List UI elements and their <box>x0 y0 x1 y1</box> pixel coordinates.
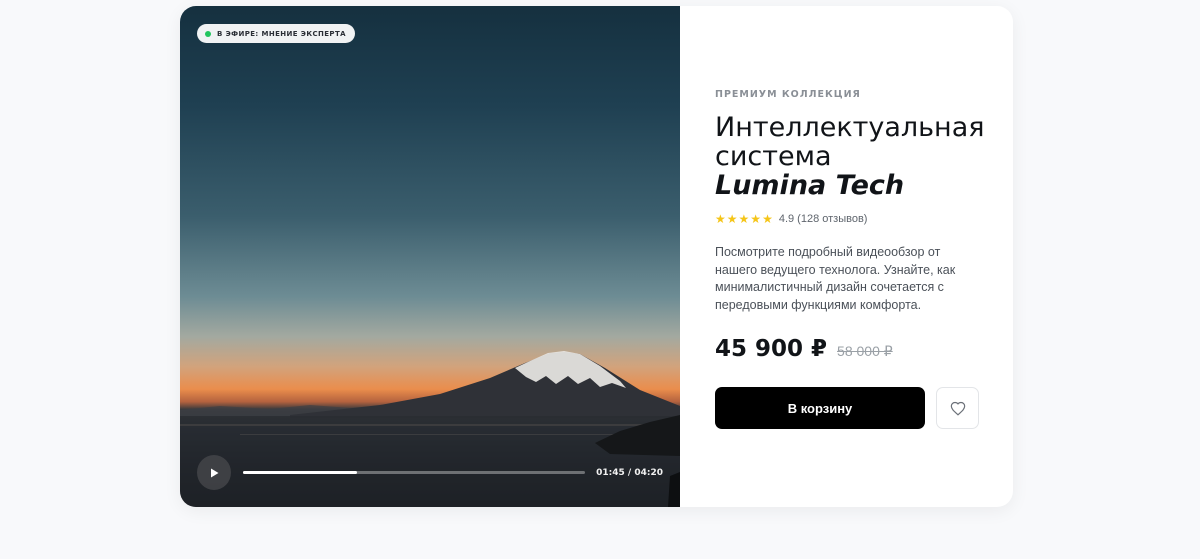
video-frame <box>180 351 680 507</box>
star-icon: ★ <box>762 212 773 226</box>
video-progress-bar[interactable] <box>243 471 586 474</box>
live-badge-text: В ЭФИРЕ: МНЕНИЕ ЭКСПЕРТА <box>217 29 346 38</box>
product-info: ПРЕМИУМ КОЛЛЕКЦИЯ Интеллектуальная систе… <box>680 6 1013 507</box>
star-icon: ★ <box>715 212 726 226</box>
product-title-line2: система <box>715 141 832 172</box>
product-brand: Lumina Tech <box>715 170 905 201</box>
video-controls: 01:45 / 04:20 <box>197 455 663 490</box>
play-icon <box>211 468 219 477</box>
product-rating: ★ ★ ★ ★ ★ 4.9 (128 отзывов) <box>715 213 867 225</box>
favorite-button[interactable] <box>936 387 979 429</box>
rating-text: 4.9 (128 отзывов) <box>778 213 868 225</box>
add-to-cart-button[interactable]: В корзину <box>715 387 925 429</box>
rating-stars: ★ ★ ★ ★ ★ <box>715 213 773 225</box>
star-icon: ★ <box>726 212 738 226</box>
heart-icon <box>950 401 965 416</box>
product-card: В ЭФИРЕ: МНЕНИЕ ЭКСПЕРТА 01:45 / 04:20 П… <box>180 6 1013 507</box>
product-description: Посмотрите подробный видеообзор от нашег… <box>715 245 956 312</box>
current-price: 45 900 ₽ <box>715 336 828 362</box>
video-time: 01:45 / 04:20 <box>596 467 663 478</box>
product-title-line1: Интеллектуальная <box>715 112 985 143</box>
old-price: 58 000 ₽ <box>837 343 893 359</box>
product-title: Интеллектуальная система Lumina Tech <box>715 113 995 200</box>
price-row: 45 900 ₽ 58 000 ₽ <box>715 336 893 362</box>
star-icon: ★ <box>738 212 750 226</box>
star-icon: ★ <box>750 212 762 226</box>
video-progress-fill <box>243 471 357 474</box>
video-player[interactable]: В ЭФИРЕ: МНЕНИЕ ЭКСПЕРТА 01:45 / 04:20 <box>180 6 680 507</box>
collection-label: ПРЕМИУМ КОЛЛЕКЦИЯ <box>715 89 861 100</box>
play-button[interactable] <box>197 455 232 490</box>
live-badge: В ЭФИРЕ: МНЕНИЕ ЭКСПЕРТА <box>197 24 355 43</box>
live-indicator-dot <box>205 30 211 37</box>
